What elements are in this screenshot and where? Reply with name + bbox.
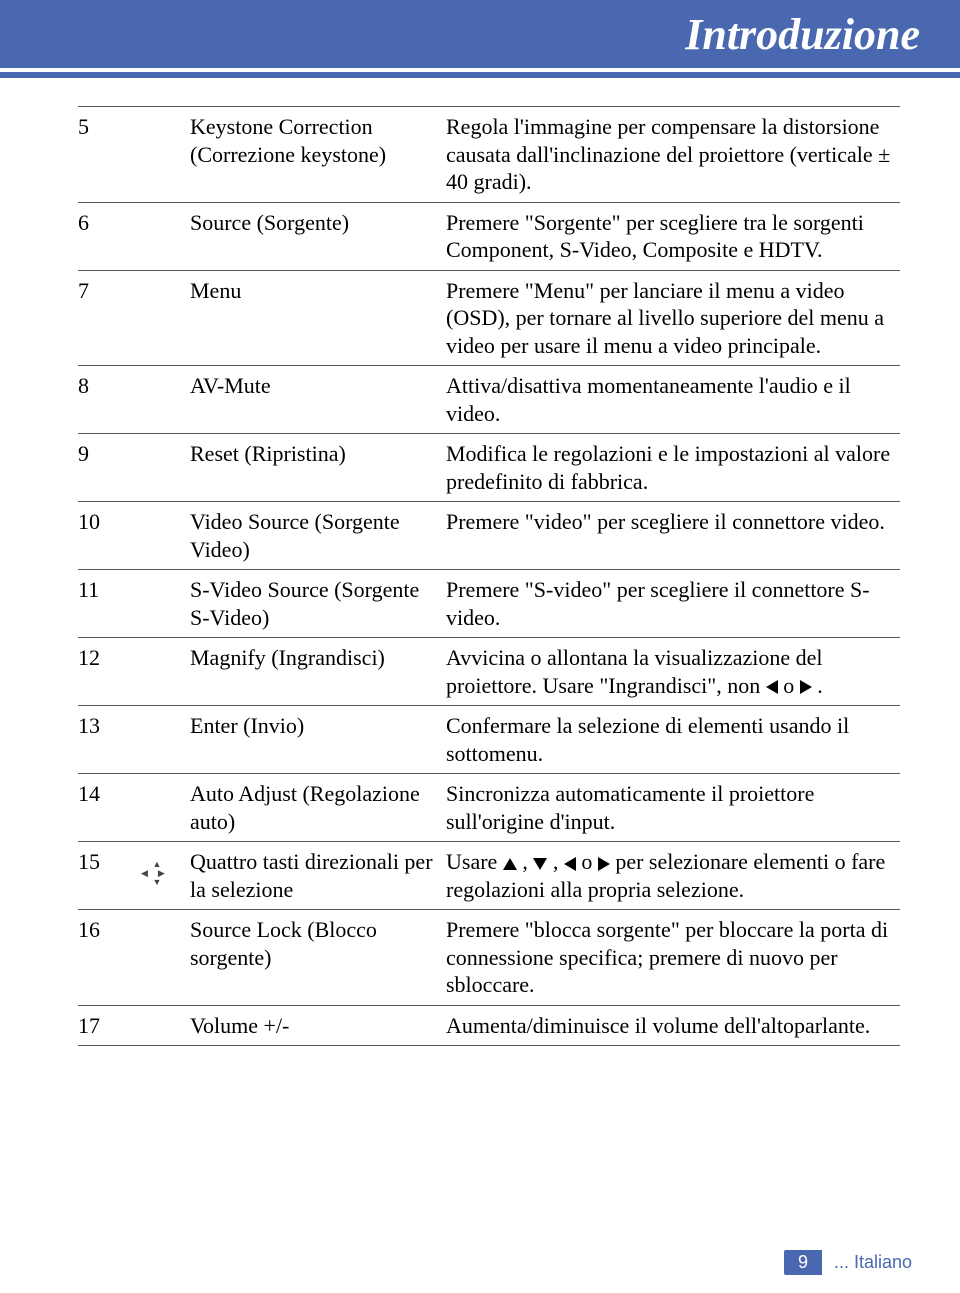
- row-name: Keystone Correction (Correzione keystone…: [190, 107, 446, 203]
- triangle-left-icon: [766, 680, 778, 694]
- row-name: Video Source (Sorgente Video): [190, 502, 446, 570]
- row-number: 13: [78, 706, 130, 774]
- triangle-up-icon: [503, 858, 517, 870]
- desc-text: Usare: [446, 849, 503, 874]
- row-icon: [130, 910, 190, 1006]
- row-icon: [130, 570, 190, 638]
- triangle-left-icon: [564, 857, 576, 871]
- row-icon: [130, 434, 190, 502]
- content-area: 5 Keystone Correction (Correzione keysto…: [0, 78, 960, 1046]
- row-icon: [130, 638, 190, 706]
- page-number: 9: [784, 1250, 822, 1275]
- row-desc: Premere "Sorgente" per scegliere tra le …: [446, 202, 900, 270]
- table-row: 10 Video Source (Sorgente Video) Premere…: [78, 502, 900, 570]
- triangle-right-icon: [800, 680, 812, 694]
- table-row: 11 S-Video Source (Sorgente S-Video) Pre…: [78, 570, 900, 638]
- table-row: 12 Magnify (Ingrandisci) Avvicina o allo…: [78, 638, 900, 706]
- row-name: Reset (Ripristina): [190, 434, 446, 502]
- desc-text: o: [778, 673, 800, 698]
- row-name: Source Lock (Blocco sorgente): [190, 910, 446, 1006]
- row-desc: Premere "Menu" per lanciare il menu a vi…: [446, 270, 900, 366]
- dpad-icon: ▲◀▶▼: [141, 860, 173, 887]
- desc-text: ,: [517, 849, 534, 874]
- desc-text: per selezionare elementi o fare regolazi…: [446, 849, 885, 902]
- triangle-down-icon: [533, 858, 547, 870]
- desc-text: ,: [547, 849, 564, 874]
- row-icon: [130, 202, 190, 270]
- row-number: 14: [78, 774, 130, 842]
- row-number: 16: [78, 910, 130, 1006]
- row-desc: Usare , , o per selezionare elementi o f…: [446, 842, 900, 910]
- row-icon: [130, 366, 190, 434]
- desc-text: .: [812, 673, 823, 698]
- table-row: 6 Source (Sorgente) Premere "Sorgente" p…: [78, 202, 900, 270]
- footer: 9 ... Italiano: [784, 1250, 920, 1275]
- page-title: Introduzione: [685, 9, 920, 60]
- header-band: Introduzione: [0, 0, 960, 68]
- row-desc: Premere "S-video" per scegliere il conne…: [446, 570, 900, 638]
- row-number: 12: [78, 638, 130, 706]
- reference-table: 5 Keystone Correction (Correzione keysto…: [78, 106, 900, 1046]
- desc-text: o: [576, 849, 598, 874]
- row-icon: ▲◀▶▼: [130, 842, 190, 910]
- row-desc: Modifica le regolazioni e le impostazion…: [446, 434, 900, 502]
- row-name: Volume +/-: [190, 1005, 446, 1046]
- row-icon: [130, 1005, 190, 1046]
- row-number: 17: [78, 1005, 130, 1046]
- row-desc: Aumenta/diminuisce il volume dell'altopa…: [446, 1005, 900, 1046]
- row-number: 8: [78, 366, 130, 434]
- row-icon: [130, 774, 190, 842]
- row-desc: Sincronizza automaticamente il proiettor…: [446, 774, 900, 842]
- table-row: 16 Source Lock (Blocco sorgente) Premere…: [78, 910, 900, 1006]
- language-label: ... Italiano: [822, 1250, 920, 1275]
- row-number: 15: [78, 842, 130, 910]
- row-desc: Avvicina o allontana la visualizzazione …: [446, 638, 900, 706]
- row-number: 7: [78, 270, 130, 366]
- row-icon: [130, 502, 190, 570]
- table-row: 8 AV-Mute Attiva/disattiva momentaneamen…: [78, 366, 900, 434]
- row-name: Enter (Invio): [190, 706, 446, 774]
- row-icon: [130, 706, 190, 774]
- table-row: 17 Volume +/- Aumenta/diminuisce il volu…: [78, 1005, 900, 1046]
- row-desc: Regola l'immagine per compensare la dist…: [446, 107, 900, 203]
- table-row: 9 Reset (Ripristina) Modifica le regolaz…: [78, 434, 900, 502]
- row-name: Magnify (Ingrandisci): [190, 638, 446, 706]
- row-number: 10: [78, 502, 130, 570]
- table-row: 13 Enter (Invio) Confermare la selezione…: [78, 706, 900, 774]
- row-name: Source (Sorgente): [190, 202, 446, 270]
- row-name: Menu: [190, 270, 446, 366]
- row-name: S-Video Source (Sorgente S-Video): [190, 570, 446, 638]
- row-desc: Premere "video" per scegliere il connett…: [446, 502, 900, 570]
- table-row: 7 Menu Premere "Menu" per lanciare il me…: [78, 270, 900, 366]
- row-desc: Confermare la selezione di elementi usan…: [446, 706, 900, 774]
- row-number: 11: [78, 570, 130, 638]
- table-row: 14 Auto Adjust (Regolazione auto) Sincro…: [78, 774, 900, 842]
- row-name: Auto Adjust (Regolazione auto): [190, 774, 446, 842]
- row-number: 5: [78, 107, 130, 203]
- row-number: 6: [78, 202, 130, 270]
- table-row: 5 Keystone Correction (Correzione keysto…: [78, 107, 900, 203]
- row-name: AV-Mute: [190, 366, 446, 434]
- row-icon: [130, 107, 190, 203]
- table-row: 15 ▲◀▶▼ Quattro tasti direzionali per la…: [78, 842, 900, 910]
- triangle-right-icon: [598, 857, 610, 871]
- row-desc: Attiva/disattiva momentaneamente l'audio…: [446, 366, 900, 434]
- row-name: Quattro tasti direzionali per la selezio…: [190, 842, 446, 910]
- row-desc: Premere "blocca sorgente" per bloccare l…: [446, 910, 900, 1006]
- row-icon: [130, 270, 190, 366]
- row-number: 9: [78, 434, 130, 502]
